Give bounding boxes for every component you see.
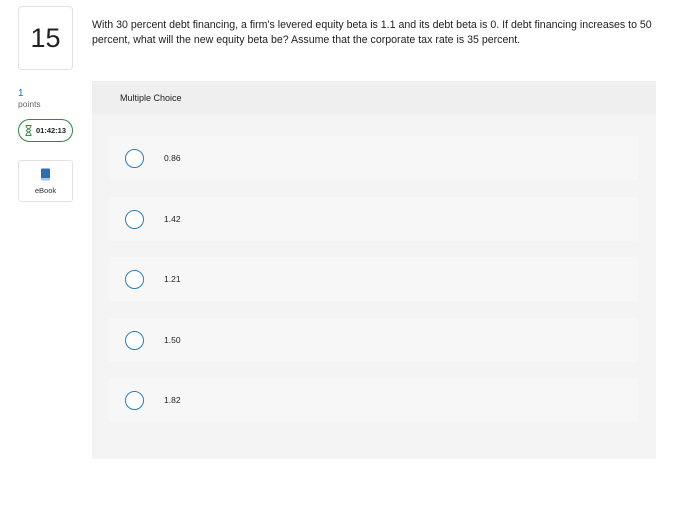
answer-option[interactable]: 1.42 [109,197,638,241]
answer-option-label: 1.42 [164,214,181,224]
radio-button[interactable] [125,148,144,168]
multiple-choice-panel: Multiple Choice 0.86 1.42 1.21 1.50 1.82 [92,81,656,459]
question-text: With 30 percent debt financing, a firm's… [92,19,652,46]
radio-button[interactable] [125,330,144,350]
answer-option-label: 0.86 [164,153,181,163]
question-number-text: 15 [30,22,61,53]
radio-button[interactable] [125,209,144,229]
answer-option[interactable]: 1.50 [109,318,638,362]
answer-option[interactable]: 1.21 [109,257,638,301]
book-icon [40,168,51,183]
ebook-label: eBook [34,185,57,195]
timer-value: 01:42:13 [35,126,67,135]
answer-option-label: 1.82 [164,395,181,405]
ebook-button[interactable]: eBook [18,160,73,202]
timer[interactable]: 01:42:13 [18,119,73,142]
radio-button[interactable] [125,390,144,410]
question-number: 15 [18,6,73,70]
answer-option[interactable]: 1.82 [109,378,638,422]
points-value: 1 [18,88,24,99]
multiple-choice-header: Multiple Choice [92,81,656,114]
radio-button[interactable] [125,269,144,289]
answer-option[interactable]: 0.86 [109,136,638,180]
points-label: points [18,99,41,109]
answer-option-label: 1.50 [164,335,181,345]
multiple-choice-title: Multiple Choice [120,93,182,103]
answer-option-label: 1.21 [164,274,181,284]
hourglass-icon [25,125,32,136]
